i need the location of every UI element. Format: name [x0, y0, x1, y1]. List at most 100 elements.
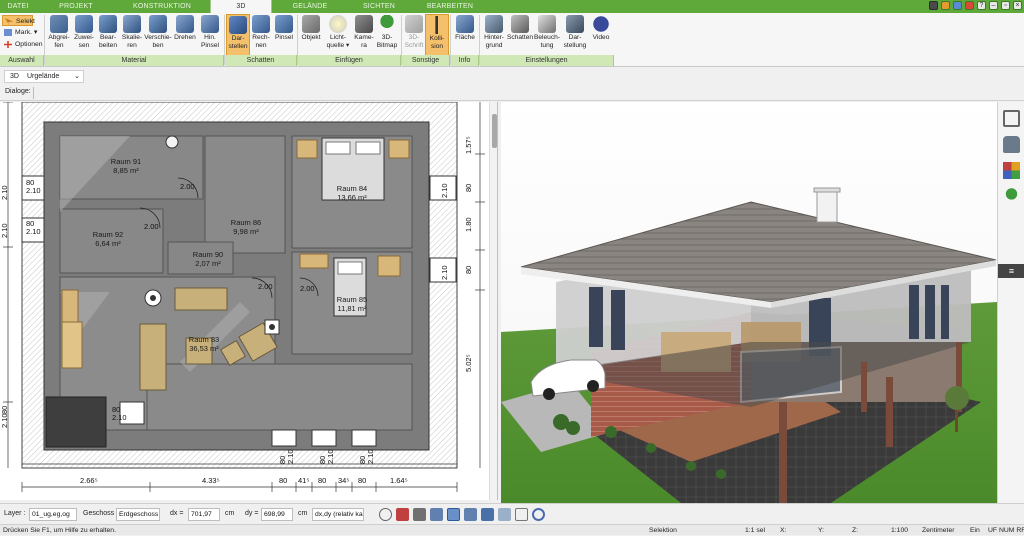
mark-button[interactable]: Mark. ▾: [2, 27, 37, 38]
zuweisen-button[interactable]: Zuwei-sen: [72, 14, 96, 56]
darstellen-button[interactable]: Dar-stellen: [226, 14, 250, 56]
close-icon[interactable]: ×: [1013, 1, 1022, 10]
3d-bitmap-button[interactable]: 3D- Bitmap: [375, 14, 399, 56]
left-dim: 80: [0, 405, 9, 414]
dx-input[interactable]: 701,97: [188, 508, 220, 521]
skalieren-button[interactable]: Skalie-ren: [120, 14, 144, 56]
dy-input[interactable]: 698,99: [261, 508, 293, 521]
status-bar: Drücken Sie F1, um Hilfe zu erhalten. Se…: [0, 524, 1024, 535]
chair-icon[interactable]: [1003, 136, 1020, 153]
tree-icon[interactable]: [1003, 188, 1020, 205]
door-label: 2.00: [300, 284, 315, 293]
3d-schrift-button[interactable]: 3D- Schrift: [403, 14, 425, 56]
tab-gelaende[interactable]: GELÄNDE: [282, 0, 338, 13]
grid-snap-icon[interactable]: [413, 508, 426, 521]
hintergrund-button[interactable]: Hinter-grund: [481, 14, 507, 56]
flaeche-button[interactable]: Fläche: [452, 14, 478, 56]
ein-text: Ein: [970, 527, 980, 534]
collision-icon: [428, 16, 446, 34]
layer-view-icon[interactable]: [498, 508, 511, 521]
bottom-window-dim: 2.10: [366, 449, 375, 464]
geschoss-select[interactable]: Erdgeschoss: [116, 508, 160, 521]
right-sidebar: ≡: [997, 102, 1024, 503]
grid-icon[interactable]: [515, 508, 528, 521]
view-select[interactable]: 3D Urgelände ⌄: [4, 70, 84, 83]
angle-snap-icon[interactable]: [464, 508, 477, 521]
kamera-button[interactable]: Kame-ra: [353, 14, 375, 56]
north-icon[interactable]: [532, 508, 545, 521]
geschoss-label: Geschoss :: [83, 510, 119, 517]
group-info: Info: [451, 55, 479, 66]
selekt-button[interactable]: Selekt: [2, 15, 35, 26]
plane-icon[interactable]: [481, 508, 494, 521]
bottom-window-dim: 2.10: [326, 449, 335, 464]
tab-konstruktion[interactable]: KONSTRUKTION: [122, 0, 202, 13]
optionen-button[interactable]: Optionen: [2, 39, 43, 50]
drehen-button[interactable]: Drehen: [172, 14, 198, 56]
layers-icon[interactable]: [1003, 110, 1020, 127]
group-schatten: Schatten: [225, 55, 297, 66]
line-snap-icon[interactable]: [447, 508, 460, 521]
mode-text: Selektion: [649, 527, 677, 534]
tree-icon: [378, 15, 396, 33]
area-icon: [456, 15, 474, 33]
hin-pinsel-button[interactable]: Hin. Pinsel: [198, 14, 222, 56]
3d-house-render: [501, 102, 997, 503]
menu-bar: DATEI PROJEKT KONSTRUKTION 3D GELÄNDE SI…: [0, 0, 1024, 13]
darstellung-button[interactable]: Dar-stellung: [561, 14, 589, 56]
room-label-91: Raum 91 8,85 m²: [110, 157, 142, 175]
tab-datei[interactable]: DATEI: [0, 0, 36, 13]
scroll-thumb[interactable]: [492, 114, 497, 148]
shadow-brush-icon: [275, 15, 293, 33]
menu-icon[interactable]: ≡: [998, 264, 1024, 278]
vertical-scrollbar[interactable]: [489, 102, 497, 500]
right-window-dim: 2.10: [440, 265, 449, 280]
restore-icon[interactable]: ▫: [1001, 1, 1010, 10]
monitor-icon: [566, 15, 584, 33]
tab-sichten[interactable]: SICHTEN: [350, 0, 408, 13]
tab-bearbeiten[interactable]: BEARBEITEN: [418, 0, 482, 13]
snap-icon[interactable]: [396, 508, 409, 521]
pinsel-button[interactable]: Pinsel: [272, 14, 296, 56]
schatten-settings-button[interactable]: Schatten: [507, 14, 533, 56]
bottom-dim: 1.64⁵: [390, 476, 408, 485]
x-coord: X:: [780, 527, 787, 534]
rotate-icon: [176, 15, 194, 33]
tab-projekt[interactable]: PROJEKT: [52, 0, 100, 13]
minimize-icon[interactable]: –: [989, 1, 998, 10]
layer-select[interactable]: 01_ug,eg,og: [29, 508, 77, 521]
scale-text: 1:100: [891, 527, 909, 534]
room-label-84: Raum 84 13,66 m²: [336, 184, 368, 202]
house-shadow-icon: [511, 15, 529, 33]
ortho-icon[interactable]: [430, 508, 443, 521]
help-text: Drücken Sie F1, um Hilfe zu erhalten.: [3, 527, 116, 534]
beleuchtung-button[interactable]: Beleuch-tung: [533, 14, 561, 56]
palette-icon[interactable]: [1003, 162, 1020, 179]
floor-plan-view[interactable]: Raum 91 8,85 m² Raum 92 6,64 m² Raum 86 9,9…: [0, 102, 498, 500]
group-sonstige: Sonstige: [402, 55, 450, 66]
room-label-90: Raum 90 2,07 m²: [192, 250, 224, 268]
right-window-dim: 2.10: [440, 183, 449, 198]
orange-tool-icon[interactable]: [941, 1, 950, 10]
clock-icon[interactable]: [379, 508, 392, 521]
tools-icon[interactable]: [929, 1, 938, 10]
bearbeiten-button[interactable]: Bear-beiten: [96, 14, 120, 56]
right-dim: 1.80: [464, 217, 473, 232]
tab-3d[interactable]: 3D: [210, 0, 272, 13]
left-dim: 2.10: [0, 413, 9, 428]
lichtquelle-button[interactable]: Licht-quelle ▾: [323, 14, 353, 56]
3d-view[interactable]: [501, 102, 997, 503]
help-icon[interactable]: ?: [977, 1, 986, 10]
dx-label: dx =: [170, 510, 184, 517]
kollision-button[interactable]: Kolli-sion: [425, 14, 449, 56]
window-icon[interactable]: [965, 1, 974, 10]
view-toolbar: 3D Urgelände ⌄: [0, 68, 1024, 85]
verschieben-button[interactable]: Verschie-ben: [144, 14, 172, 56]
abgreifen-button[interactable]: Abgrei-fen: [46, 14, 72, 56]
mode-select[interactable]: dx,dy (relativ kar: [312, 508, 364, 521]
layout-icon[interactable]: [953, 1, 962, 10]
bottom-window-dim: 2.10: [286, 449, 295, 464]
objekt-button[interactable]: Objekt: [299, 14, 323, 56]
rechnen-button[interactable]: Rech-nen: [250, 14, 272, 56]
video-button[interactable]: Video: [589, 14, 613, 56]
